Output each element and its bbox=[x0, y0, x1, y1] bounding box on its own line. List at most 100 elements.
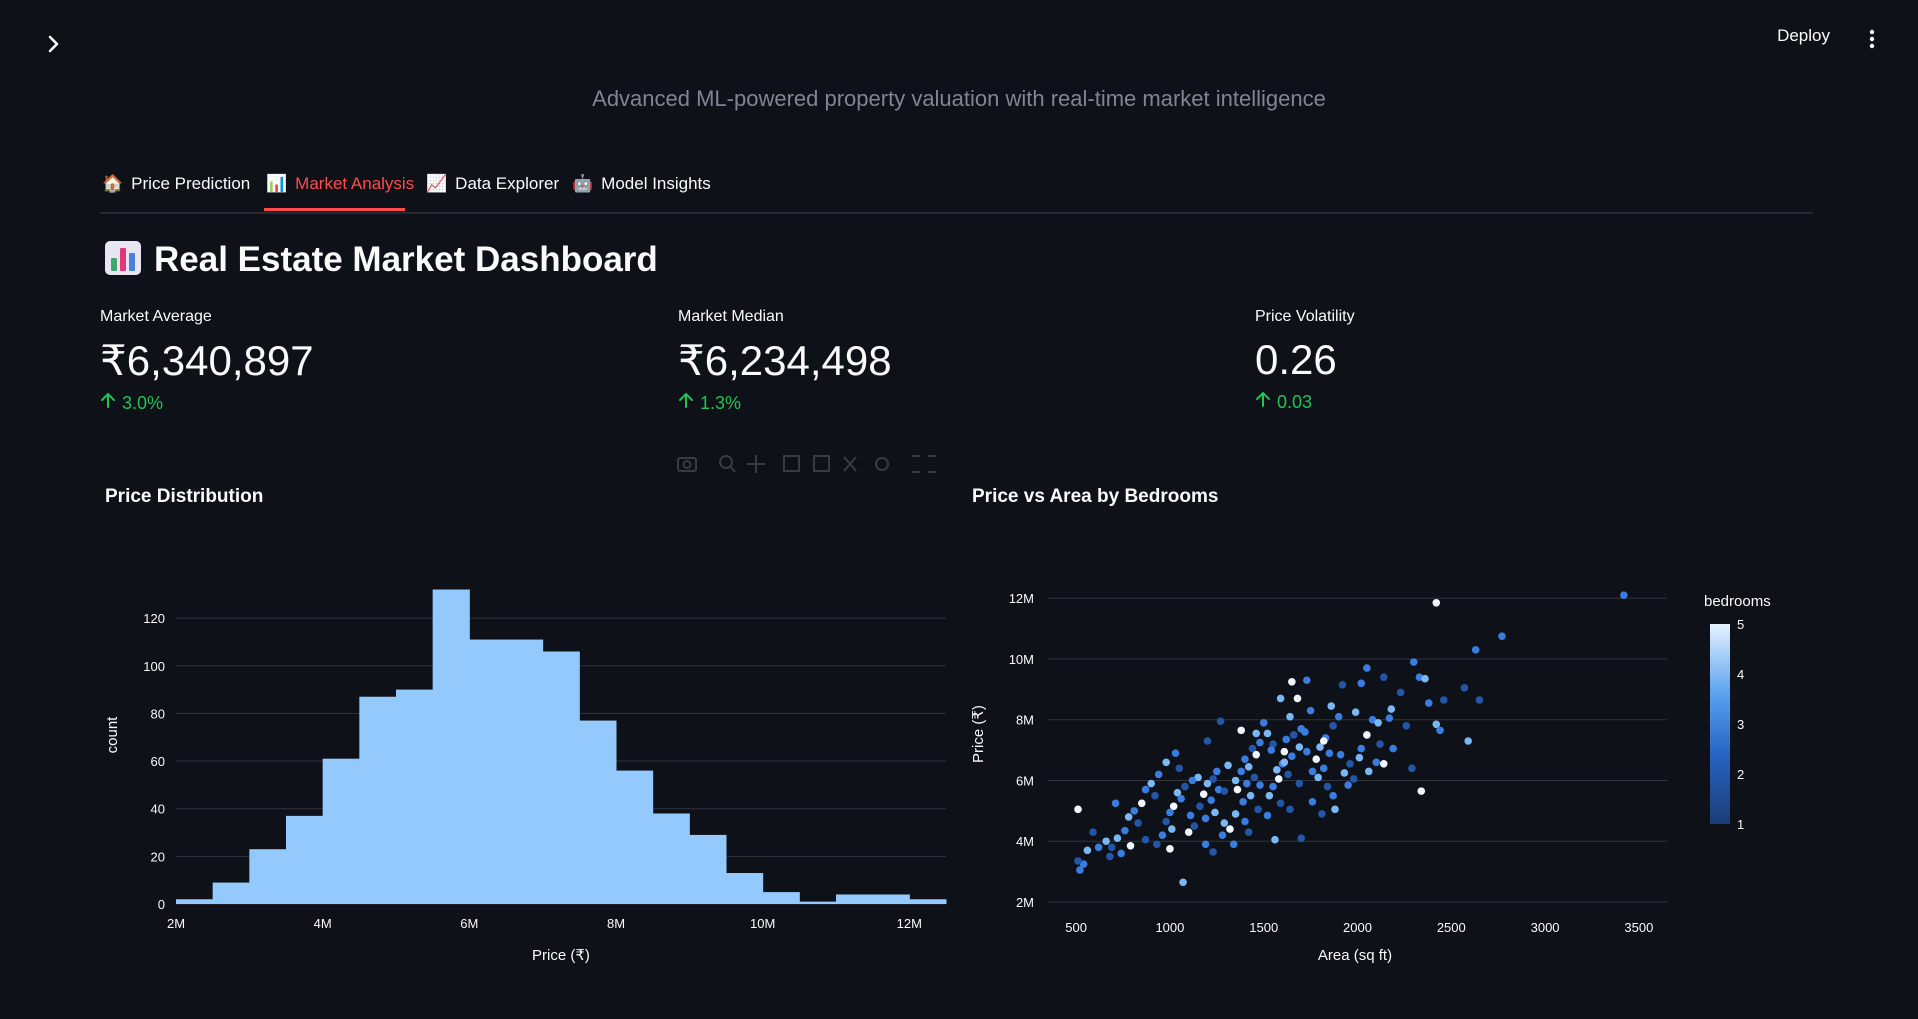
scatter-point[interactable] bbox=[1141, 785, 1150, 794]
scatter-point[interactable] bbox=[1169, 802, 1178, 811]
scatter-point[interactable] bbox=[1421, 674, 1429, 683]
scatter-point[interactable] bbox=[1213, 767, 1221, 776]
scatter-point[interactable] bbox=[1303, 747, 1311, 756]
scatter-point[interactable] bbox=[1357, 679, 1366, 688]
scatter-point[interactable] bbox=[1276, 694, 1285, 703]
scatter-point[interactable] bbox=[1288, 677, 1296, 686]
scatter-point[interactable] bbox=[1224, 761, 1232, 770]
histogram-bar[interactable] bbox=[542, 651, 580, 904]
scatter-point[interactable] bbox=[1231, 810, 1240, 818]
scatter-point[interactable] bbox=[1207, 796, 1215, 805]
scatter-point[interactable] bbox=[1196, 802, 1204, 811]
histogram-bar[interactable] bbox=[762, 892, 800, 904]
scatter-point[interactable] bbox=[1166, 808, 1174, 817]
scatter-point[interactable] bbox=[1389, 744, 1397, 753]
scatter-point[interactable] bbox=[1409, 658, 1418, 666]
scatter-point[interactable] bbox=[1308, 797, 1317, 806]
scatter-point[interactable] bbox=[1323, 782, 1332, 791]
scatter-point[interactable] bbox=[1254, 805, 1262, 814]
scatter-point[interactable] bbox=[1188, 776, 1197, 785]
scatter-point[interactable] bbox=[1252, 729, 1261, 738]
scatter-point[interactable] bbox=[1331, 805, 1339, 814]
scatter-point[interactable] bbox=[1194, 773, 1202, 782]
scatter-point[interactable] bbox=[1126, 842, 1135, 850]
scatter-point[interactable] bbox=[1274, 775, 1283, 783]
scatter-point[interactable] bbox=[1173, 788, 1182, 797]
scatter-point[interactable] bbox=[1471, 646, 1480, 654]
scatter-point[interactable] bbox=[1094, 843, 1103, 852]
scatter-point[interactable] bbox=[1203, 779, 1212, 788]
scatter-point[interactable] bbox=[1209, 775, 1217, 783]
scatter-point[interactable] bbox=[1306, 706, 1315, 715]
more-options-icon[interactable] bbox=[1862, 26, 1882, 52]
scatter-point[interactable] bbox=[1415, 673, 1424, 682]
scatter-point[interactable] bbox=[1201, 840, 1210, 849]
scatter-point[interactable] bbox=[1286, 712, 1294, 721]
histogram-bar[interactable] bbox=[396, 689, 434, 904]
scatter-point[interactable] bbox=[1321, 734, 1330, 742]
scatter-point[interactable] bbox=[1233, 785, 1242, 794]
histogram-bar[interactable] bbox=[909, 899, 947, 904]
scatter-point[interactable] bbox=[1250, 773, 1259, 782]
scatter-point[interactable] bbox=[1374, 718, 1382, 727]
scatter-point[interactable] bbox=[1396, 688, 1405, 697]
scatter-point[interactable] bbox=[1344, 781, 1352, 789]
scatter-point[interactable] bbox=[1271, 835, 1279, 844]
scatter-point[interactable] bbox=[1168, 825, 1176, 833]
scatter-point[interactable] bbox=[1141, 835, 1150, 844]
scatter-point[interactable] bbox=[1229, 840, 1238, 849]
scatter-point[interactable] bbox=[1162, 817, 1170, 826]
histogram-bar[interactable] bbox=[652, 813, 690, 904]
scatter-point[interactable] bbox=[1244, 828, 1253, 836]
scatter-point[interactable] bbox=[1295, 779, 1304, 788]
histogram-bar[interactable] bbox=[359, 696, 397, 904]
scatter-point[interactable] bbox=[1177, 794, 1185, 803]
scatter-point[interactable] bbox=[1218, 831, 1227, 839]
scatter-point[interactable] bbox=[1211, 808, 1219, 817]
scatter-point[interactable] bbox=[1267, 746, 1276, 754]
histogram-bar[interactable] bbox=[176, 899, 214, 904]
scatter-point[interactable] bbox=[1256, 781, 1264, 789]
histogram-bar[interactable] bbox=[726, 873, 764, 904]
scatter-point[interactable] bbox=[1303, 676, 1311, 685]
scatter-point[interactable] bbox=[1368, 715, 1377, 724]
scatter-point[interactable] bbox=[1171, 749, 1180, 757]
scatter-point[interactable] bbox=[1319, 764, 1328, 773]
scatter-point[interactable] bbox=[1117, 849, 1125, 858]
histogram-bar[interactable] bbox=[286, 815, 324, 904]
scatter-point[interactable] bbox=[1289, 731, 1298, 739]
histogram-bar[interactable] bbox=[506, 639, 544, 904]
scatter-point[interactable] bbox=[1295, 743, 1304, 751]
scatter-point[interactable] bbox=[1319, 737, 1328, 745]
scatter-point[interactable] bbox=[1076, 866, 1084, 874]
scatter-point[interactable] bbox=[1357, 744, 1366, 753]
scatter-point[interactable] bbox=[1121, 826, 1129, 835]
scatter-point[interactable] bbox=[1179, 878, 1187, 887]
scatter-point[interactable] bbox=[1278, 759, 1287, 768]
scatter-point[interactable] bbox=[1475, 696, 1484, 704]
scatter-point[interactable] bbox=[1288, 752, 1296, 760]
scatter-point[interactable] bbox=[1190, 822, 1199, 830]
histogram-bar[interactable] bbox=[836, 894, 874, 904]
scatter-point[interactable] bbox=[1134, 819, 1142, 827]
scatter-point[interactable] bbox=[1408, 764, 1416, 773]
scatter-point[interactable] bbox=[1113, 834, 1122, 843]
scatter-point[interactable] bbox=[1282, 735, 1291, 744]
scatter-point[interactable] bbox=[1158, 831, 1167, 839]
scatter-point[interactable] bbox=[1338, 681, 1347, 689]
scatter-point[interactable] bbox=[1252, 750, 1261, 759]
scatter-point[interactable] bbox=[1280, 747, 1289, 756]
scatter-point[interactable] bbox=[1385, 714, 1394, 723]
histogram-bar[interactable] bbox=[689, 834, 727, 904]
scatter-point[interactable] bbox=[1181, 782, 1189, 791]
scatter-point[interactable] bbox=[1239, 797, 1247, 806]
scatter-point[interactable] bbox=[1417, 787, 1426, 795]
scatter-point[interactable] bbox=[1243, 779, 1251, 788]
scatter-point[interactable] bbox=[1214, 785, 1223, 794]
scatter-point[interactable] bbox=[1152, 840, 1161, 849]
histogram-bar[interactable] bbox=[212, 882, 250, 904]
scatter-point[interactable] bbox=[1162, 758, 1170, 767]
histogram-bar[interactable] bbox=[469, 639, 507, 904]
scatter-point[interactable] bbox=[1265, 791, 1274, 800]
scatter-point[interactable] bbox=[1241, 817, 1249, 826]
